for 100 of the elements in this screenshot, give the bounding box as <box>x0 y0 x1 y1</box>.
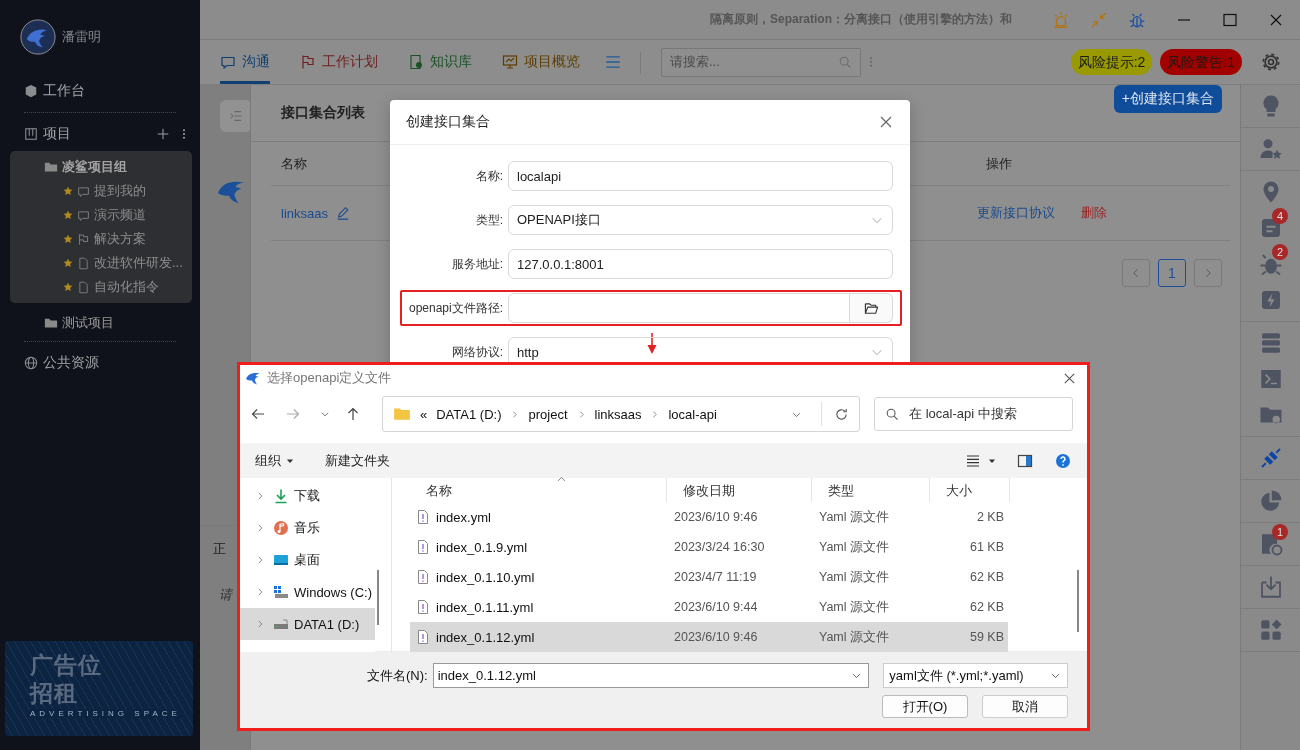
count-badge: 2 <box>1272 244 1288 260</box>
up-arrow-icon[interactable] <box>345 406 361 422</box>
tree-item[interactable]: 解决方案 <box>10 227 192 251</box>
menu-button[interactable]: 组织 <box>255 451 281 470</box>
browse-button[interactable] <box>850 293 893 323</box>
breadcrumb-item[interactable]: DATA1 (D:) <box>436 406 502 422</box>
input-field[interactable]: 127.0.0.1:8001 <box>508 249 893 279</box>
tree-item[interactable]: 提到我的 <box>10 179 192 203</box>
maximize-icon[interactable] <box>1222 11 1238 28</box>
next-page-button[interactable] <box>1194 259 1222 287</box>
back-arrow-icon[interactable] <box>250 406 266 422</box>
download-icon[interactable] <box>1258 575 1283 599</box>
field-label: 网络协议: <box>450 343 504 361</box>
nav-item[interactable]: 项目 <box>0 119 148 149</box>
breadcrumb-item[interactable]: « <box>420 406 428 422</box>
terminal-icon[interactable] <box>1258 367 1283 391</box>
compress-icon[interactable] <box>1090 10 1108 29</box>
settings-icon[interactable] <box>1260 51 1282 73</box>
count-badge: 4 <box>1272 208 1288 224</box>
address-bar[interactable]: « DATA1 (D:) project linksaas local-api <box>382 396 861 432</box>
tree-item[interactable]: 下载 <box>240 480 375 512</box>
apps-icon[interactable] <box>1258 618 1283 642</box>
file-type: Yaml 源文件 <box>818 538 891 556</box>
column-header[interactable]: 大小 <box>930 478 1010 502</box>
select-field[interactable]: OPENAPI接口 <box>508 205 893 235</box>
chevron-right-icon <box>255 587 265 597</box>
file-name: index.yml <box>436 509 491 525</box>
toolbar-button[interactable]: 新建文件夹 <box>325 451 390 470</box>
tree-item[interactable]: 音乐 <box>240 512 375 544</box>
search-icon <box>838 55 852 69</box>
cancel-button[interactable]: 取消 <box>982 695 1068 718</box>
file-row[interactable]: index_0.1.9.yml 2023/3/24 16:30 Yaml 源文件 61 KB <box>410 532 1008 562</box>
file-type-select[interactable]: yaml文件 (*.yml;*.yaml) <box>883 663 1068 688</box>
tree-item[interactable]: 演示频道 <box>10 203 192 227</box>
count-badge: 1 <box>1272 524 1288 540</box>
preview-pane-icon[interactable] <box>1017 452 1033 469</box>
alarm-light-icon[interactable] <box>1052 10 1070 29</box>
file-size: 59 KB <box>968 630 1005 644</box>
chevron-down-icon[interactable] <box>320 409 330 419</box>
cube-icon <box>24 84 38 98</box>
file-row[interactable]: index_0.1.11.yml 2023/6/10 9:44 Yaml 源文件 62 KB <box>410 592 1008 622</box>
column-header[interactable]: 类型 <box>812 478 930 502</box>
help-icon[interactable] <box>1055 452 1071 469</box>
file-row[interactable]: index_0.1.10.yml 2023/4/7 11:19 Yaml 源文件 62 KB <box>410 562 1008 592</box>
column-header[interactable]: 修改日期 <box>667 478 812 502</box>
breadcrumb-item[interactable]: project <box>528 406 568 422</box>
plus-icon[interactable] <box>156 127 170 141</box>
breadcrumb-item[interactable]: local-api <box>668 406 717 422</box>
breadcrumb-item[interactable]: linksaas <box>594 406 642 422</box>
music-icon <box>273 520 289 536</box>
tree-item[interactable]: 测试项目 <box>10 311 192 335</box>
field-label: openapi文件路径: <box>407 299 504 317</box>
view-list-icon[interactable] <box>965 452 981 469</box>
presentation-icon <box>502 54 518 70</box>
forward-arrow-icon[interactable] <box>285 406 301 422</box>
menu-icon[interactable] <box>604 53 622 71</box>
file-icon <box>415 599 431 615</box>
pie-chart-icon[interactable] <box>1258 489 1283 513</box>
previous-page-button[interactable] <box>1122 259 1150 287</box>
tree-item[interactable]: 自动化指令 <box>10 275 192 299</box>
file-path-field[interactable] <box>508 293 850 323</box>
ad-banner[interactable]: 广告位 招租 ADVERTISING SPACE <box>5 641 193 736</box>
dialog-title: 选择openapi定义文件 <box>267 369 392 387</box>
editor-tab[interactable]: 正 <box>213 540 233 558</box>
column-header: 操作 <box>985 154 1013 173</box>
globe-icon <box>24 356 38 370</box>
search-icon <box>885 407 900 421</box>
nav-item[interactable]: 工作台 <box>0 76 200 106</box>
create-button[interactable]: +创建接口集合 <box>1113 85 1222 113</box>
chevron-right-icon <box>255 619 265 629</box>
avatar-icon <box>20 19 56 55</box>
column-header[interactable]: 名称 <box>410 478 667 502</box>
chat-icon <box>77 184 90 198</box>
kanban-icon <box>24 127 38 141</box>
file-name-field[interactable]: index_0.1.12.yml <box>432 663 870 688</box>
tree-item[interactable]: 桌面 <box>240 544 375 576</box>
user-star-icon[interactable] <box>1258 137 1283 161</box>
open-button[interactable]: 打开(O) <box>882 695 968 718</box>
file-icon <box>415 509 431 525</box>
input-field[interactable]: localapi <box>508 161 893 191</box>
file-row[interactable]: index_0.1.12.yml 2023/6/10 9:46 Yaml 源文件 59 KB <box>410 622 1008 652</box>
nav-item[interactable]: 公共资源 <box>0 348 200 378</box>
tree-item[interactable]: Windows (C:) <box>240 576 375 608</box>
collapse-button[interactable] <box>220 100 252 132</box>
search-field[interactable]: 在 local-api 中搜索 <box>874 397 1073 431</box>
chevron-right-icon <box>650 409 660 419</box>
tree-item[interactable]: DATA1 (D:) <box>240 608 375 640</box>
file-icon <box>415 539 431 555</box>
file-row[interactable]: index.yml 2023/6/10 9:46 Yaml 源文件 2 KB <box>410 502 1008 532</box>
document-icon <box>77 280 90 294</box>
tree-item[interactable]: 凌鲨项目组 <box>10 155 192 179</box>
file-name: index_0.1.10.yml <box>436 569 535 585</box>
tree-item[interactable]: 改进软件研发... <box>10 251 192 275</box>
book-icon <box>408 54 424 70</box>
refresh-icon[interactable] <box>834 406 850 422</box>
close-icon[interactable] <box>878 114 894 130</box>
chat-icon <box>77 208 90 222</box>
file-date: 2023/6/10 9:46 <box>673 510 759 524</box>
edit-icon[interactable] <box>335 206 350 220</box>
risk-badge[interactable]: 风险提示:2 <box>1070 49 1153 75</box>
